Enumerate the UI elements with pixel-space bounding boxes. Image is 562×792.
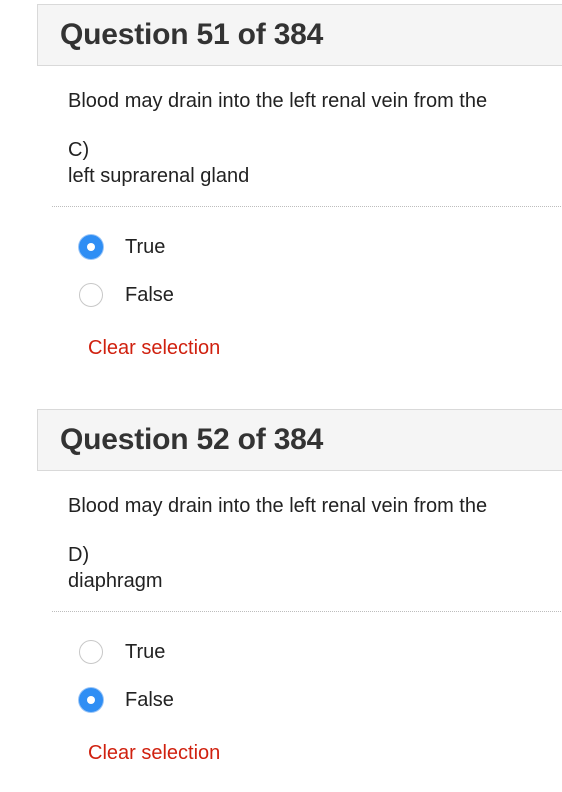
divider <box>52 611 562 612</box>
clear-selection-link[interactable]: Clear selection <box>88 742 220 765</box>
answer-group: True False <box>37 223 562 319</box>
question-stem: Blood may drain into the left renal vein… <box>68 495 488 517</box>
question-header: Question 51 of 384 <box>37 4 562 66</box>
divider <box>52 206 562 207</box>
answer-true[interactable]: True <box>79 628 562 676</box>
answer-group: True False <box>37 628 562 724</box>
answer-label-true[interactable]: True <box>125 641 165 664</box>
question-body: Blood may drain into the left renal vein… <box>37 90 562 189</box>
option-text: diaphragm <box>68 570 163 592</box>
question-header: Question 52 of 384 <box>37 409 562 471</box>
question-card: Question 51 of 384 Blood may drain into … <box>37 4 562 360</box>
option-letter: C) <box>68 139 90 161</box>
question-stem: Blood may drain into the left renal vein… <box>68 90 488 112</box>
radio-false-checked[interactable] <box>79 688 103 712</box>
answer-true[interactable]: True <box>79 223 562 271</box>
radio-false[interactable] <box>79 283 103 307</box>
question-card: Question 52 of 384 Blood may drain into … <box>37 409 562 765</box>
question-title: Question 52 of 384 <box>60 423 324 456</box>
question-body: Blood may drain into the left renal vein… <box>37 495 562 594</box>
clear-selection-link[interactable]: Clear selection <box>88 337 220 360</box>
option-text: left suprarenal gland <box>68 165 250 187</box>
question-title: Question 51 of 384 <box>60 18 324 51</box>
answer-label-false[interactable]: False <box>125 689 174 712</box>
radio-true[interactable] <box>79 640 103 664</box>
option-letter: D) <box>68 544 90 566</box>
answer-label-false[interactable]: False <box>125 284 174 307</box>
answer-label-true[interactable]: True <box>125 236 165 259</box>
answer-false[interactable]: False <box>79 676 562 724</box>
radio-true-checked[interactable] <box>79 235 103 259</box>
answer-false[interactable]: False <box>79 271 562 319</box>
